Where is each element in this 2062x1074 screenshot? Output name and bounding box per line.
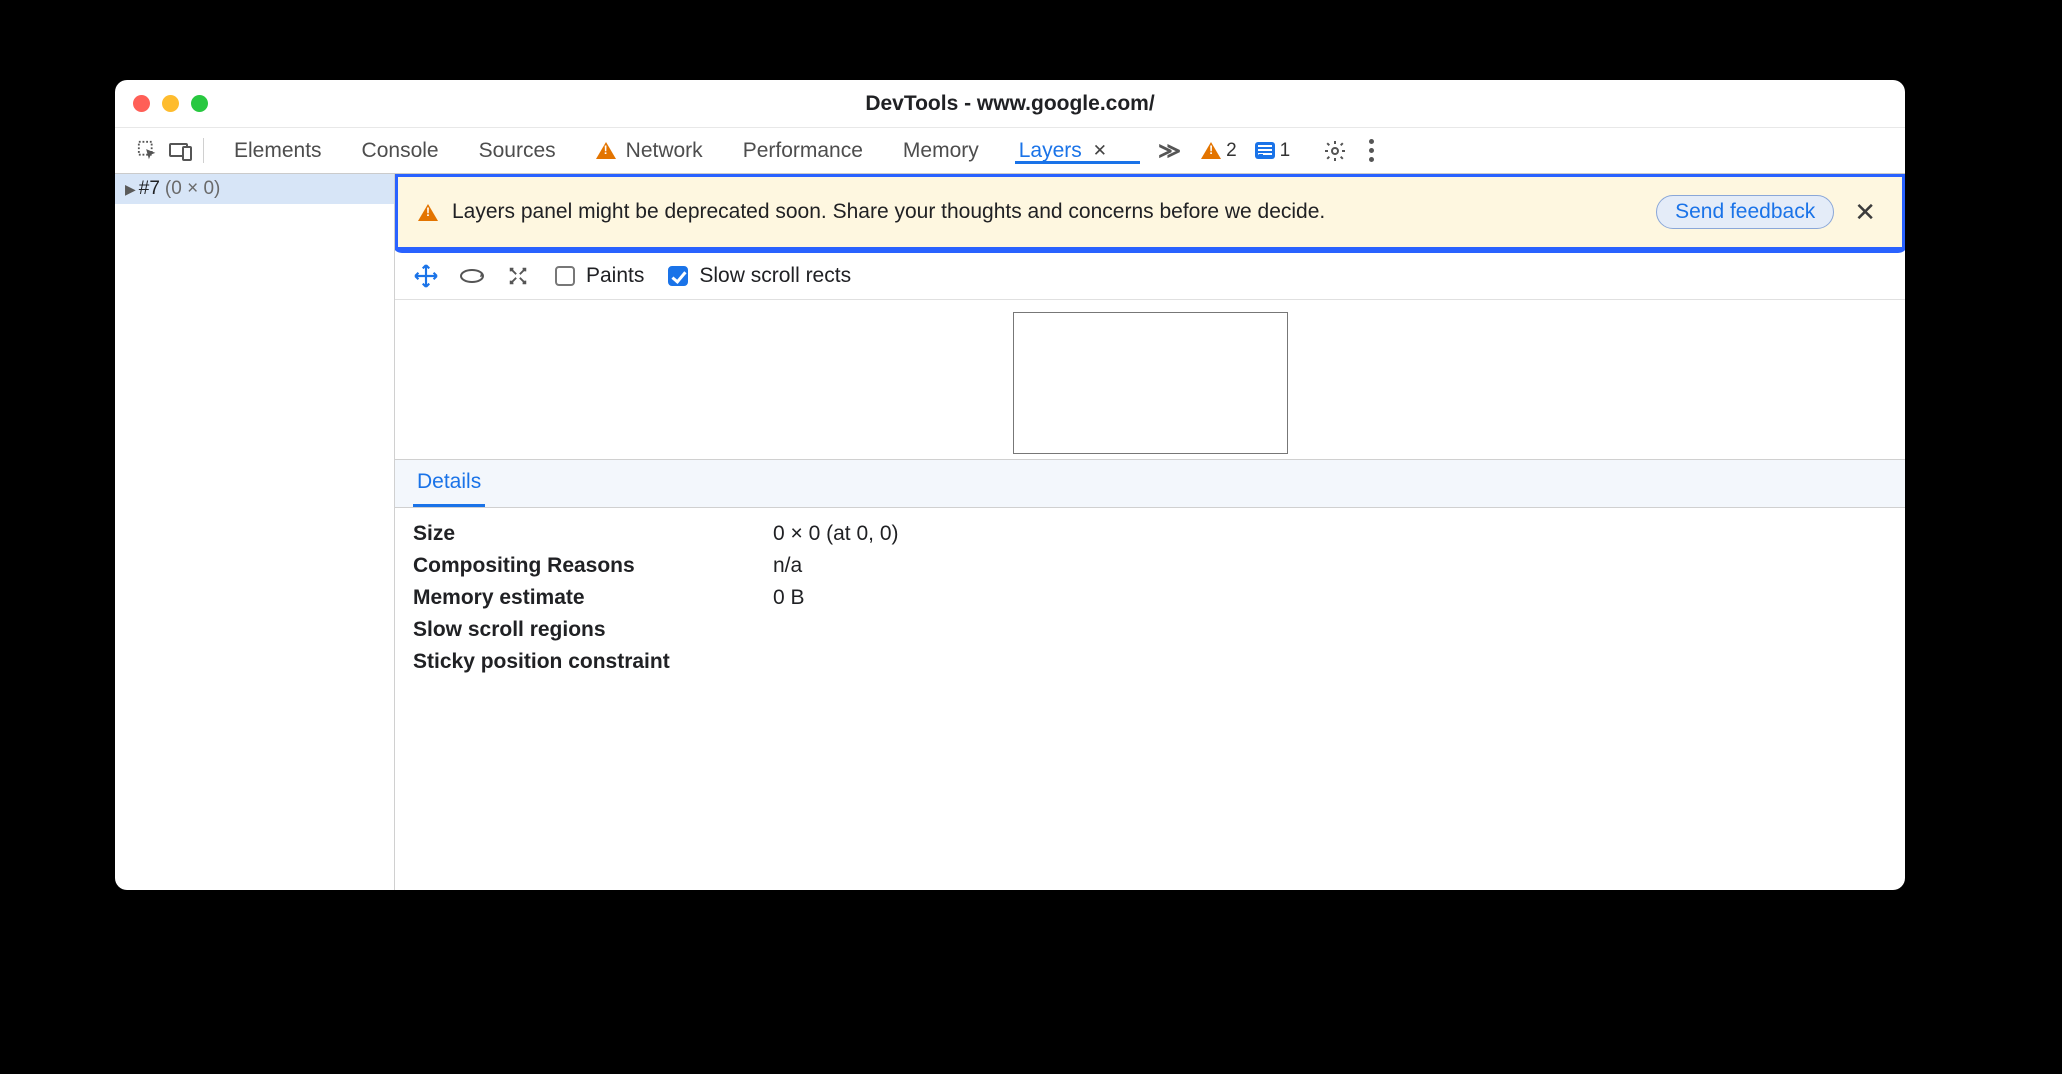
details-row-slow-scroll: Slow scroll regions <box>413 614 1887 646</box>
viewer-toolbar: Paints Slow scroll rects <box>395 253 1905 300</box>
panel-body: ▶ #7 (0 × 0) Layers panel might be depre… <box>115 174 1905 890</box>
tab-network[interactable]: Network <box>594 139 705 163</box>
paints-label: Paints <box>586 264 644 288</box>
banner-close-icon[interactable]: ✕ <box>1848 197 1882 228</box>
deprecation-banner-highlight: Layers panel might be deprecated soon. S… <box>395 174 1905 253</box>
deprecation-banner: Layers panel might be deprecated soon. S… <box>398 177 1902 247</box>
layer-outline-rect[interactable] <box>1013 312 1288 454</box>
tab-label: Sources <box>479 139 556 163</box>
tab-close-icon[interactable]: ✕ <box>1090 141 1110 161</box>
slow-scroll-rects-toggle[interactable]: Slow scroll rects <box>664 263 851 289</box>
tab-label: Memory <box>903 139 979 163</box>
messages-count: 1 <box>1280 140 1291 162</box>
tab-performance[interactable]: Performance <box>741 139 865 163</box>
details-tabstrip: Details <box>395 460 1905 508</box>
tab-label: Elements <box>234 139 322 163</box>
details-label: Size <box>413 522 773 546</box>
details-label: Memory estimate <box>413 586 773 610</box>
tab-label: Console <box>362 139 439 163</box>
layer-id: #7 <box>139 178 160 200</box>
details-label: Slow scroll regions <box>413 618 773 642</box>
issues-counter[interactable]: 2 <box>1201 140 1237 162</box>
details-row-memory: Memory estimate 0 B <box>413 582 1887 614</box>
warning-triangle-icon <box>596 142 616 159</box>
window-minimize-button[interactable] <box>162 95 179 112</box>
tabs-overflow-button[interactable]: ≫ <box>1158 138 1181 164</box>
traffic-lights <box>133 80 208 127</box>
paints-toggle[interactable]: Paints <box>551 263 644 289</box>
tab-elements[interactable]: Elements <box>232 139 324 163</box>
panel-tabs: Elements Console Sources Network Perform… <box>232 138 1181 164</box>
message-icon <box>1255 142 1275 159</box>
tab-sources[interactable]: Sources <box>477 139 558 163</box>
issues-count: 2 <box>1226 140 1237 162</box>
more-options-button[interactable] <box>1365 135 1378 166</box>
details-row-compositing: Compositing Reasons n/a <box>413 550 1887 582</box>
tree-expand-caret-icon[interactable]: ▶ <box>125 181 136 198</box>
tab-console[interactable]: Console <box>360 139 441 163</box>
warning-triangle-icon <box>1201 142 1221 159</box>
tab-memory[interactable]: Memory <box>901 139 981 163</box>
layers-tree-panel: ▶ #7 (0 × 0) <box>115 174 395 890</box>
slow-scroll-label: Slow scroll rects <box>699 264 851 288</box>
layers-main-panel: Layers panel might be deprecated soon. S… <box>395 174 1905 890</box>
details-label: Sticky position constraint <box>413 650 773 674</box>
details-value: 0 × 0 (at 0, 0) <box>773 522 899 546</box>
main-tabstrip: Elements Console Sources Network Perform… <box>115 128 1905 174</box>
window-close-button[interactable] <box>133 95 150 112</box>
details-row-size: Size 0 × 0 (at 0, 0) <box>413 518 1887 550</box>
window-title: DevTools - www.google.com/ <box>865 92 1154 116</box>
details-row-sticky: Sticky position constraint <box>413 646 1887 678</box>
warning-triangle-icon <box>418 204 438 221</box>
tab-label: Network <box>626 139 703 163</box>
layers-3d-viewport[interactable] <box>395 300 1905 460</box>
layer-dimensions: (0 × 0) <box>165 178 220 200</box>
pan-mode-icon[interactable] <box>413 263 439 289</box>
layer-tree-item[interactable]: ▶ #7 (0 × 0) <box>115 174 394 204</box>
details-value: n/a <box>773 554 802 578</box>
tab-label: Performance <box>743 139 863 163</box>
device-toolbar-icon[interactable] <box>168 138 193 163</box>
details-tab[interactable]: Details <box>413 460 485 507</box>
messages-counter[interactable]: 1 <box>1255 140 1291 162</box>
window-zoom-button[interactable] <box>191 95 208 112</box>
banner-message: Layers panel might be deprecated soon. S… <box>452 200 1642 224</box>
reset-view-icon[interactable] <box>505 263 531 289</box>
slow-scroll-checkbox[interactable] <box>668 266 688 286</box>
tab-layers[interactable]: Layers ✕ <box>1017 139 1112 163</box>
inspect-element-icon[interactable] <box>135 138 160 163</box>
details-value: 0 B <box>773 586 805 610</box>
rotate-mode-icon[interactable] <box>459 263 485 289</box>
tab-label: Layers <box>1019 139 1082 163</box>
details-label: Compositing Reasons <box>413 554 773 578</box>
devtools-window: DevTools - www.google.com/ <box>115 80 1905 890</box>
send-feedback-button[interactable]: Send feedback <box>1656 195 1834 229</box>
details-table: Size 0 × 0 (at 0, 0) Compositing Reasons… <box>395 508 1905 688</box>
paints-checkbox[interactable] <box>555 266 575 286</box>
settings-button[interactable] <box>1322 138 1347 163</box>
titlebar: DevTools - www.google.com/ <box>115 80 1905 128</box>
